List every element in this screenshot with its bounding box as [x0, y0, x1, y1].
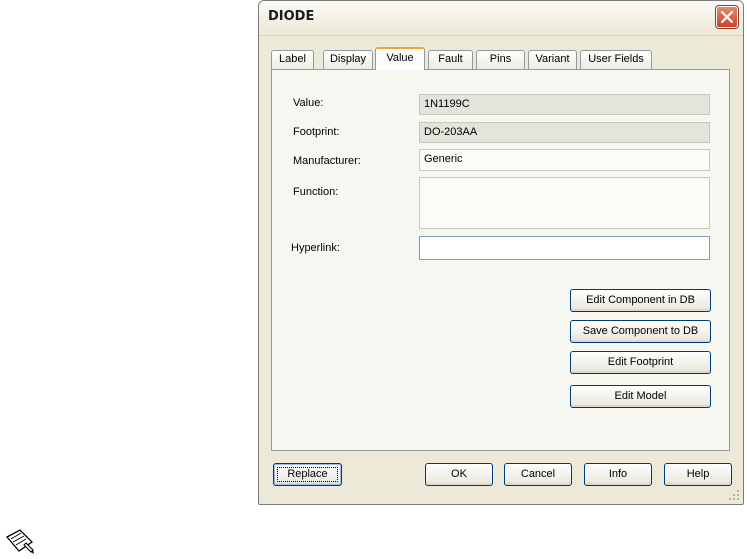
tab-pins-text: Pins	[489, 53, 512, 65]
value-label: Value:	[293, 97, 324, 109]
diode-dialog: DIODE Label Display Value Fault Pins Var…	[258, 0, 744, 505]
manufacturer-field[interactable]: Generic	[419, 149, 710, 171]
tab-display-text: Display	[329, 53, 367, 65]
tab-user-fields[interactable]: User Fields	[580, 50, 652, 69]
resize-grip-icon[interactable]	[728, 489, 740, 501]
tab-value-text: Value	[386, 52, 414, 64]
info-button[interactable]: Info	[584, 463, 652, 486]
ok-button[interactable]: OK	[425, 463, 493, 486]
value-tab-panel: Value: 1N1199C Footprint: DO-203AA Manuf…	[271, 69, 730, 451]
hyperlink-label: Hyperlink:	[291, 242, 340, 254]
tab-fault-text: Fault	[438, 53, 463, 65]
tab-pins[interactable]: Pins	[476, 50, 525, 69]
value-field: 1N1199C	[419, 94, 710, 115]
tab-variant[interactable]: Variant	[528, 50, 577, 69]
edit-model-button[interactable]: Edit Model	[570, 385, 711, 408]
edit-footprint-button[interactable]: Edit Footprint	[570, 351, 711, 374]
tab-label-text: Label	[279, 53, 306, 65]
tab-user-fields-text: User Fields	[588, 53, 644, 65]
edit-component-in-db-button[interactable]: Edit Component in DB	[570, 289, 711, 312]
hyperlink-input[interactable]	[419, 236, 710, 260]
tab-display[interactable]: Display	[323, 50, 373, 69]
tab-value[interactable]: Value	[375, 47, 425, 70]
function-field[interactable]	[419, 177, 710, 229]
window-title: DIODE	[268, 9, 315, 24]
tab-variant-text: Variant	[535, 53, 570, 65]
footprint-label: Footprint:	[293, 126, 340, 138]
close-icon	[721, 11, 733, 23]
footprint-field: DO-203AA	[419, 122, 710, 143]
focus-rect	[277, 467, 338, 482]
function-label: Function:	[293, 186, 339, 198]
tab-label[interactable]: Label	[271, 50, 314, 69]
close-button[interactable]	[715, 5, 739, 29]
note-icon	[5, 529, 34, 554]
cancel-button[interactable]: Cancel	[504, 463, 572, 486]
save-component-to-db-button[interactable]: Save Component to DB	[570, 320, 711, 343]
tab-fault[interactable]: Fault	[428, 50, 473, 69]
title-bar[interactable]: DIODE	[259, 1, 743, 36]
replace-button[interactable]: Replace	[273, 463, 342, 486]
manufacturer-label: Manufacturer:	[293, 155, 361, 167]
help-button[interactable]: Help	[664, 463, 732, 486]
